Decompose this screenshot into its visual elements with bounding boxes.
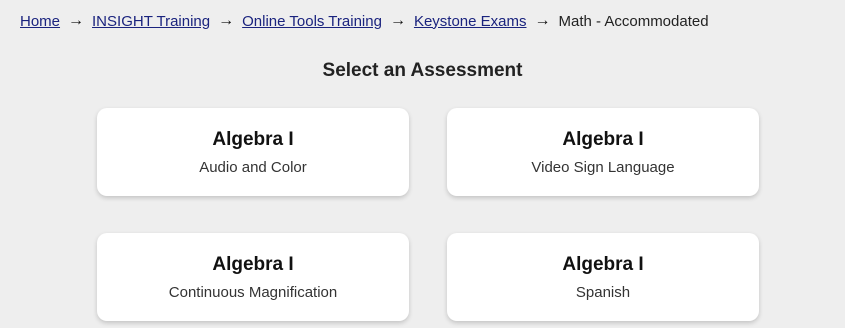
- breadcrumb-current: Math - Accommodated: [558, 12, 709, 30]
- card-title: Algebra I: [562, 254, 644, 275]
- breadcrumb-link-keystone-exams[interactable]: Keystone Exams: [414, 13, 527, 30]
- breadcrumb: Home → INSIGHT Training → Online Tools T…: [20, 12, 709, 30]
- assessment-card-spanish[interactable]: Algebra I Spanish: [447, 233, 759, 321]
- page-title: Select an Assessment: [322, 60, 523, 81]
- assessment-card-audio-and-color[interactable]: Algebra I Audio and Color: [97, 108, 409, 196]
- card-subtitle: Continuous Magnification: [168, 284, 338, 301]
- arrow-right-icon: →: [218, 12, 235, 29]
- assessment-card-continuous-magnification[interactable]: Algebra I Continuous Magnification: [97, 233, 409, 321]
- card-subtitle: Audio and Color: [199, 159, 307, 176]
- assessment-card-video-sign-language[interactable]: Algebra I Video Sign Language: [447, 108, 759, 196]
- card-title: Algebra I: [562, 129, 644, 150]
- card-subtitle: Spanish: [575, 284, 631, 301]
- arrow-right-icon: →: [534, 12, 551, 29]
- card-subtitle: Video Sign Language: [531, 159, 675, 176]
- breadcrumb-link-home[interactable]: Home: [20, 13, 60, 30]
- card-title: Algebra I: [212, 129, 294, 150]
- arrow-right-icon: →: [389, 12, 406, 29]
- breadcrumb-link-online-tools-training[interactable]: Online Tools Training: [242, 13, 382, 30]
- card-title: Algebra I: [212, 254, 294, 275]
- breadcrumb-link-insight-training[interactable]: INSIGHT Training: [92, 13, 210, 30]
- arrow-right-icon: →: [68, 12, 85, 29]
